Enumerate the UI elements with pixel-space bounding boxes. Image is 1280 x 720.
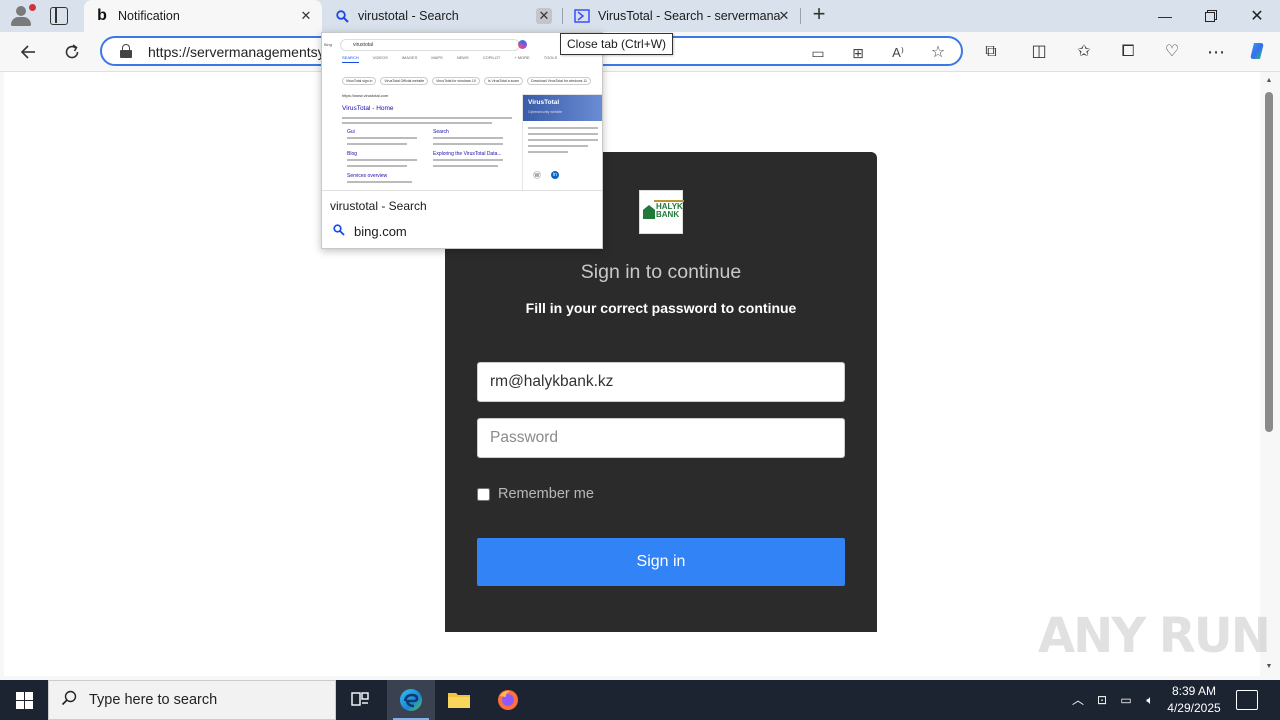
close-tab-icon[interactable]: ✕ <box>536 8 552 24</box>
tab-virustotal-results[interactable]: VirusTotal - Search - servermana ✕ <box>564 0 800 32</box>
taskbar-search-placeholder: Type here to search <box>89 692 218 708</box>
windows-start-icon[interactable] <box>0 680 48 720</box>
taskbar-search[interactable]: Type here to search <box>48 680 336 720</box>
edge-taskbar-icon[interactable] <box>387 680 435 720</box>
anyrun-watermark: ANY RUN <box>1038 608 1271 664</box>
show-hidden-icons[interactable]: ︿ <box>1070 692 1086 708</box>
close-tab-icon[interactable]: ✕ <box>776 8 792 24</box>
preview-result-title: VirusTotal - Home <box>342 105 394 112</box>
more-menu-icon[interactable]: ⋯ <box>1205 41 1227 63</box>
lock-icon[interactable] <box>120 44 132 58</box>
profile-icon[interactable] <box>8 4 36 28</box>
scroll-thumb[interactable] <box>1265 92 1273 432</box>
scroll-up-icon[interactable]: ▲ <box>1264 76 1274 86</box>
halyk-bank-logo: HALYK BANK <box>639 190 684 234</box>
signin-button[interactable]: Sign in <box>477 538 845 586</box>
new-tab-icon[interactable]: + <box>808 3 830 26</box>
preview-result-url: https://www.virustotal.com <box>342 93 389 98</box>
hover-card-site: bing.com <box>330 224 407 239</box>
search-icon <box>49 690 89 711</box>
refresh-icon[interactable] <box>58 40 86 64</box>
preview-nav: SEARCH VIDEOS IMAGES MAPS NEWS COPILOT +… <box>342 55 582 63</box>
search-icon <box>334 8 350 24</box>
favorite-star-icon[interactable]: ☆ <box>929 45 947 61</box>
signin-subtitle: Fill in your correct password to continu… <box>525 300 797 316</box>
wikipedia-icon: W <box>533 171 541 179</box>
back-icon[interactable] <box>14 40 42 64</box>
email-field[interactable] <box>477 362 845 402</box>
remember-me-checkbox[interactable] <box>477 487 490 501</box>
browser-essentials-icon[interactable]: ♡ <box>1161 41 1183 63</box>
meet-now-icon[interactable]: ⊡ <box>1094 692 1110 708</box>
tab-virustotal-search[interactable]: virustotal - Search ✕ <box>324 0 560 32</box>
search-icon <box>330 224 348 239</box>
tab-label: Notification <box>118 9 180 23</box>
notification-center-icon[interactable] <box>1236 690 1258 710</box>
close-tab-tooltip: Close tab (Ctrl+W) <box>560 33 674 55</box>
linkedin-icon: in <box>551 171 559 179</box>
hover-card-title: virustotal - Search <box>330 199 427 213</box>
tab-notification[interactable]: b Notification ✕ <box>84 0 322 32</box>
tab-strip: b Notification ✕ virustotal - Search ✕ V… <box>0 0 1280 32</box>
tab-preview-thumbnail: Bing virustotal SEARCH VIDEOS IMAGES MAP… <box>322 33 602 191</box>
collections-icon[interactable]: ⧠ <box>1117 41 1139 63</box>
tab-label: VirusTotal - Search - servermana <box>598 9 781 23</box>
tab-label: virustotal - Search <box>358 9 459 23</box>
device-icon[interactable]: ▭ <box>809 46 827 60</box>
firefox-icon[interactable] <box>484 680 532 720</box>
password-field[interactable] <box>477 418 845 458</box>
close-window-icon[interactable]: ✕ <box>1234 0 1280 32</box>
remember-me-label: Remember me <box>498 486 594 502</box>
preview-knowledge-panel: VirusTotal Cybersecurity website W in <box>522 94 602 190</box>
file-explorer-icon[interactable] <box>435 680 483 720</box>
clock-date: 4/29/2025 <box>1167 701 1221 715</box>
tab-actions-icon[interactable] <box>50 7 68 25</box>
preview-chips: VirusTotal sign in VirusTotal Official w… <box>342 77 591 85</box>
tab-hover-card: Bing virustotal SEARCH VIDEOS IMAGES MAP… <box>321 32 603 249</box>
volume-icon[interactable]: 🔈︎ <box>1142 692 1158 708</box>
system-clock[interactable]: 8:39 AM 4/29/2025 <box>1160 683 1228 717</box>
url-text[interactable]: https://servermanagementsy <box>148 44 325 60</box>
minimize-icon[interactable]: — <box>1142 0 1188 32</box>
signin-title: Sign in to continue <box>580 261 742 283</box>
restore-icon[interactable] <box>1188 0 1234 32</box>
preview-search-box: virustotal <box>340 39 520 51</box>
split-screen-icon[interactable]: ◫ <box>1028 41 1050 63</box>
virustotal-icon <box>574 8 590 24</box>
taskbar: Type here to search ︿ ⊡ ▭ 🔈︎ 8:39 AM 4/2… <box>0 680 1280 720</box>
remember-me[interactable]: Remember me <box>477 486 594 502</box>
bing-b-icon: b <box>97 7 107 24</box>
preview-copilot-icon <box>518 40 527 49</box>
copilot-icon[interactable] <box>1247 41 1269 63</box>
apps-icon[interactable]: ⊞ <box>849 46 867 60</box>
favorites-icon[interactable]: ✩ <box>1073 41 1095 63</box>
clock-time: 8:39 AM <box>1171 684 1217 698</box>
read-aloud-icon[interactable]: A⁾ <box>889 46 907 60</box>
close-tab-icon[interactable]: ✕ <box>298 8 314 24</box>
task-view-icon[interactable] <box>336 680 384 720</box>
network-icon[interactable]: ▭ <box>1118 692 1134 708</box>
page-scrollbar[interactable]: ▲ ▼ <box>1262 72 1276 676</box>
extensions-icon[interactable]: ⧉ <box>980 41 1002 63</box>
